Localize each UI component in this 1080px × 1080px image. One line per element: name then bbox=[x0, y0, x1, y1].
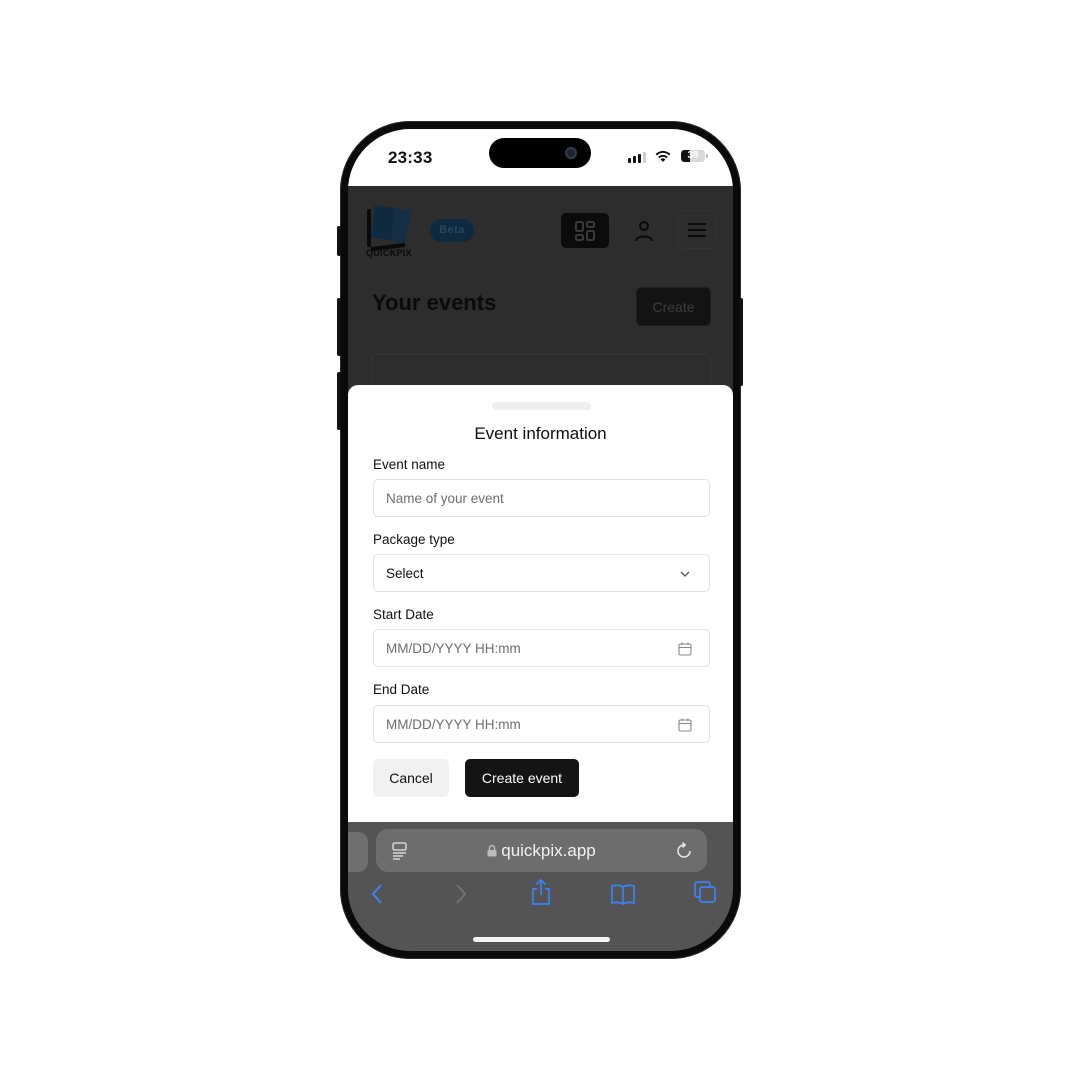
package-type-value: Select bbox=[386, 566, 424, 581]
profile-button[interactable] bbox=[630, 216, 658, 246]
end-date-label: End Date bbox=[373, 682, 430, 697]
beta-badge: Beta bbox=[430, 219, 474, 242]
forward-icon[interactable] bbox=[454, 882, 468, 906]
calendar-icon[interactable] bbox=[677, 641, 693, 657]
start-date-placeholder: MM/DD/YYYY HH:mm bbox=[386, 641, 521, 656]
dashboard-grid-icon bbox=[575, 220, 595, 241]
tabs-icon[interactable] bbox=[693, 880, 717, 904]
end-date-input[interactable]: MM/DD/YYYY HH:mm bbox=[373, 705, 710, 743]
sheet-title: Event information bbox=[474, 424, 607, 443]
page-title: Your events bbox=[372, 290, 497, 315]
action-button bbox=[337, 226, 341, 256]
bookmarks-icon[interactable] bbox=[610, 883, 636, 905]
camera-icon bbox=[565, 147, 577, 159]
back-icon[interactable] bbox=[370, 882, 384, 906]
user-icon bbox=[635, 221, 653, 242]
clock: 23:33 bbox=[388, 148, 433, 167]
event-name-placeholder: Name of your event bbox=[386, 491, 504, 506]
event-name-label: Event name bbox=[373, 457, 446, 472]
event-information-sheet: Event information Event name Name of you… bbox=[348, 385, 733, 822]
battery-icon: 38 bbox=[681, 150, 705, 162]
wifi-icon bbox=[655, 150, 671, 162]
package-type-label: Package type bbox=[373, 532, 455, 547]
url-text[interactable]: quickpix.app bbox=[376, 841, 707, 861]
battery-percent: 38 bbox=[687, 150, 699, 161]
share-icon[interactable] bbox=[530, 878, 552, 906]
calendar-icon[interactable] bbox=[677, 717, 693, 733]
create-button[interactable]: Create bbox=[636, 287, 711, 326]
previous-tab-peek[interactable] bbox=[348, 832, 368, 872]
sheet-grabber[interactable] bbox=[492, 402, 591, 410]
dashboard-button[interactable] bbox=[561, 213, 609, 248]
hamburger-menu-icon bbox=[688, 222, 706, 237]
url-label: quickpix.app bbox=[501, 841, 596, 860]
event-name-input[interactable]: Name of your event bbox=[373, 479, 710, 517]
lock-icon bbox=[487, 844, 497, 857]
cellular-signal-icon bbox=[628, 152, 646, 163]
status-bar: 23:33 38 bbox=[348, 129, 733, 186]
package-type-select[interactable]: Select bbox=[373, 554, 710, 592]
safari-toolbar: quickpix.app bbox=[348, 822, 733, 951]
volume-up-button bbox=[337, 298, 341, 356]
power-button bbox=[739, 298, 743, 386]
cancel-button[interactable]: Cancel bbox=[373, 759, 449, 797]
start-date-label: Start Date bbox=[373, 607, 434, 622]
phone-screen: 23:33 38 QUICKPIX Beta Your events Creat… bbox=[348, 129, 733, 951]
volume-down-button bbox=[337, 372, 341, 430]
address-bar[interactable]: quickpix.app bbox=[376, 829, 707, 872]
end-date-placeholder: MM/DD/YYYY HH:mm bbox=[386, 717, 521, 732]
menu-button[interactable] bbox=[678, 210, 716, 249]
start-date-input[interactable]: MM/DD/YYYY HH:mm bbox=[373, 629, 710, 667]
battery-cap bbox=[706, 154, 708, 158]
dynamic-island bbox=[489, 138, 591, 168]
create-event-button[interactable]: Create event bbox=[465, 759, 579, 797]
logo-text: QUICKPIX bbox=[366, 248, 412, 258]
home-indicator[interactable] bbox=[473, 937, 610, 942]
chevron-down-icon bbox=[680, 571, 690, 577]
reload-icon[interactable] bbox=[676, 841, 693, 860]
